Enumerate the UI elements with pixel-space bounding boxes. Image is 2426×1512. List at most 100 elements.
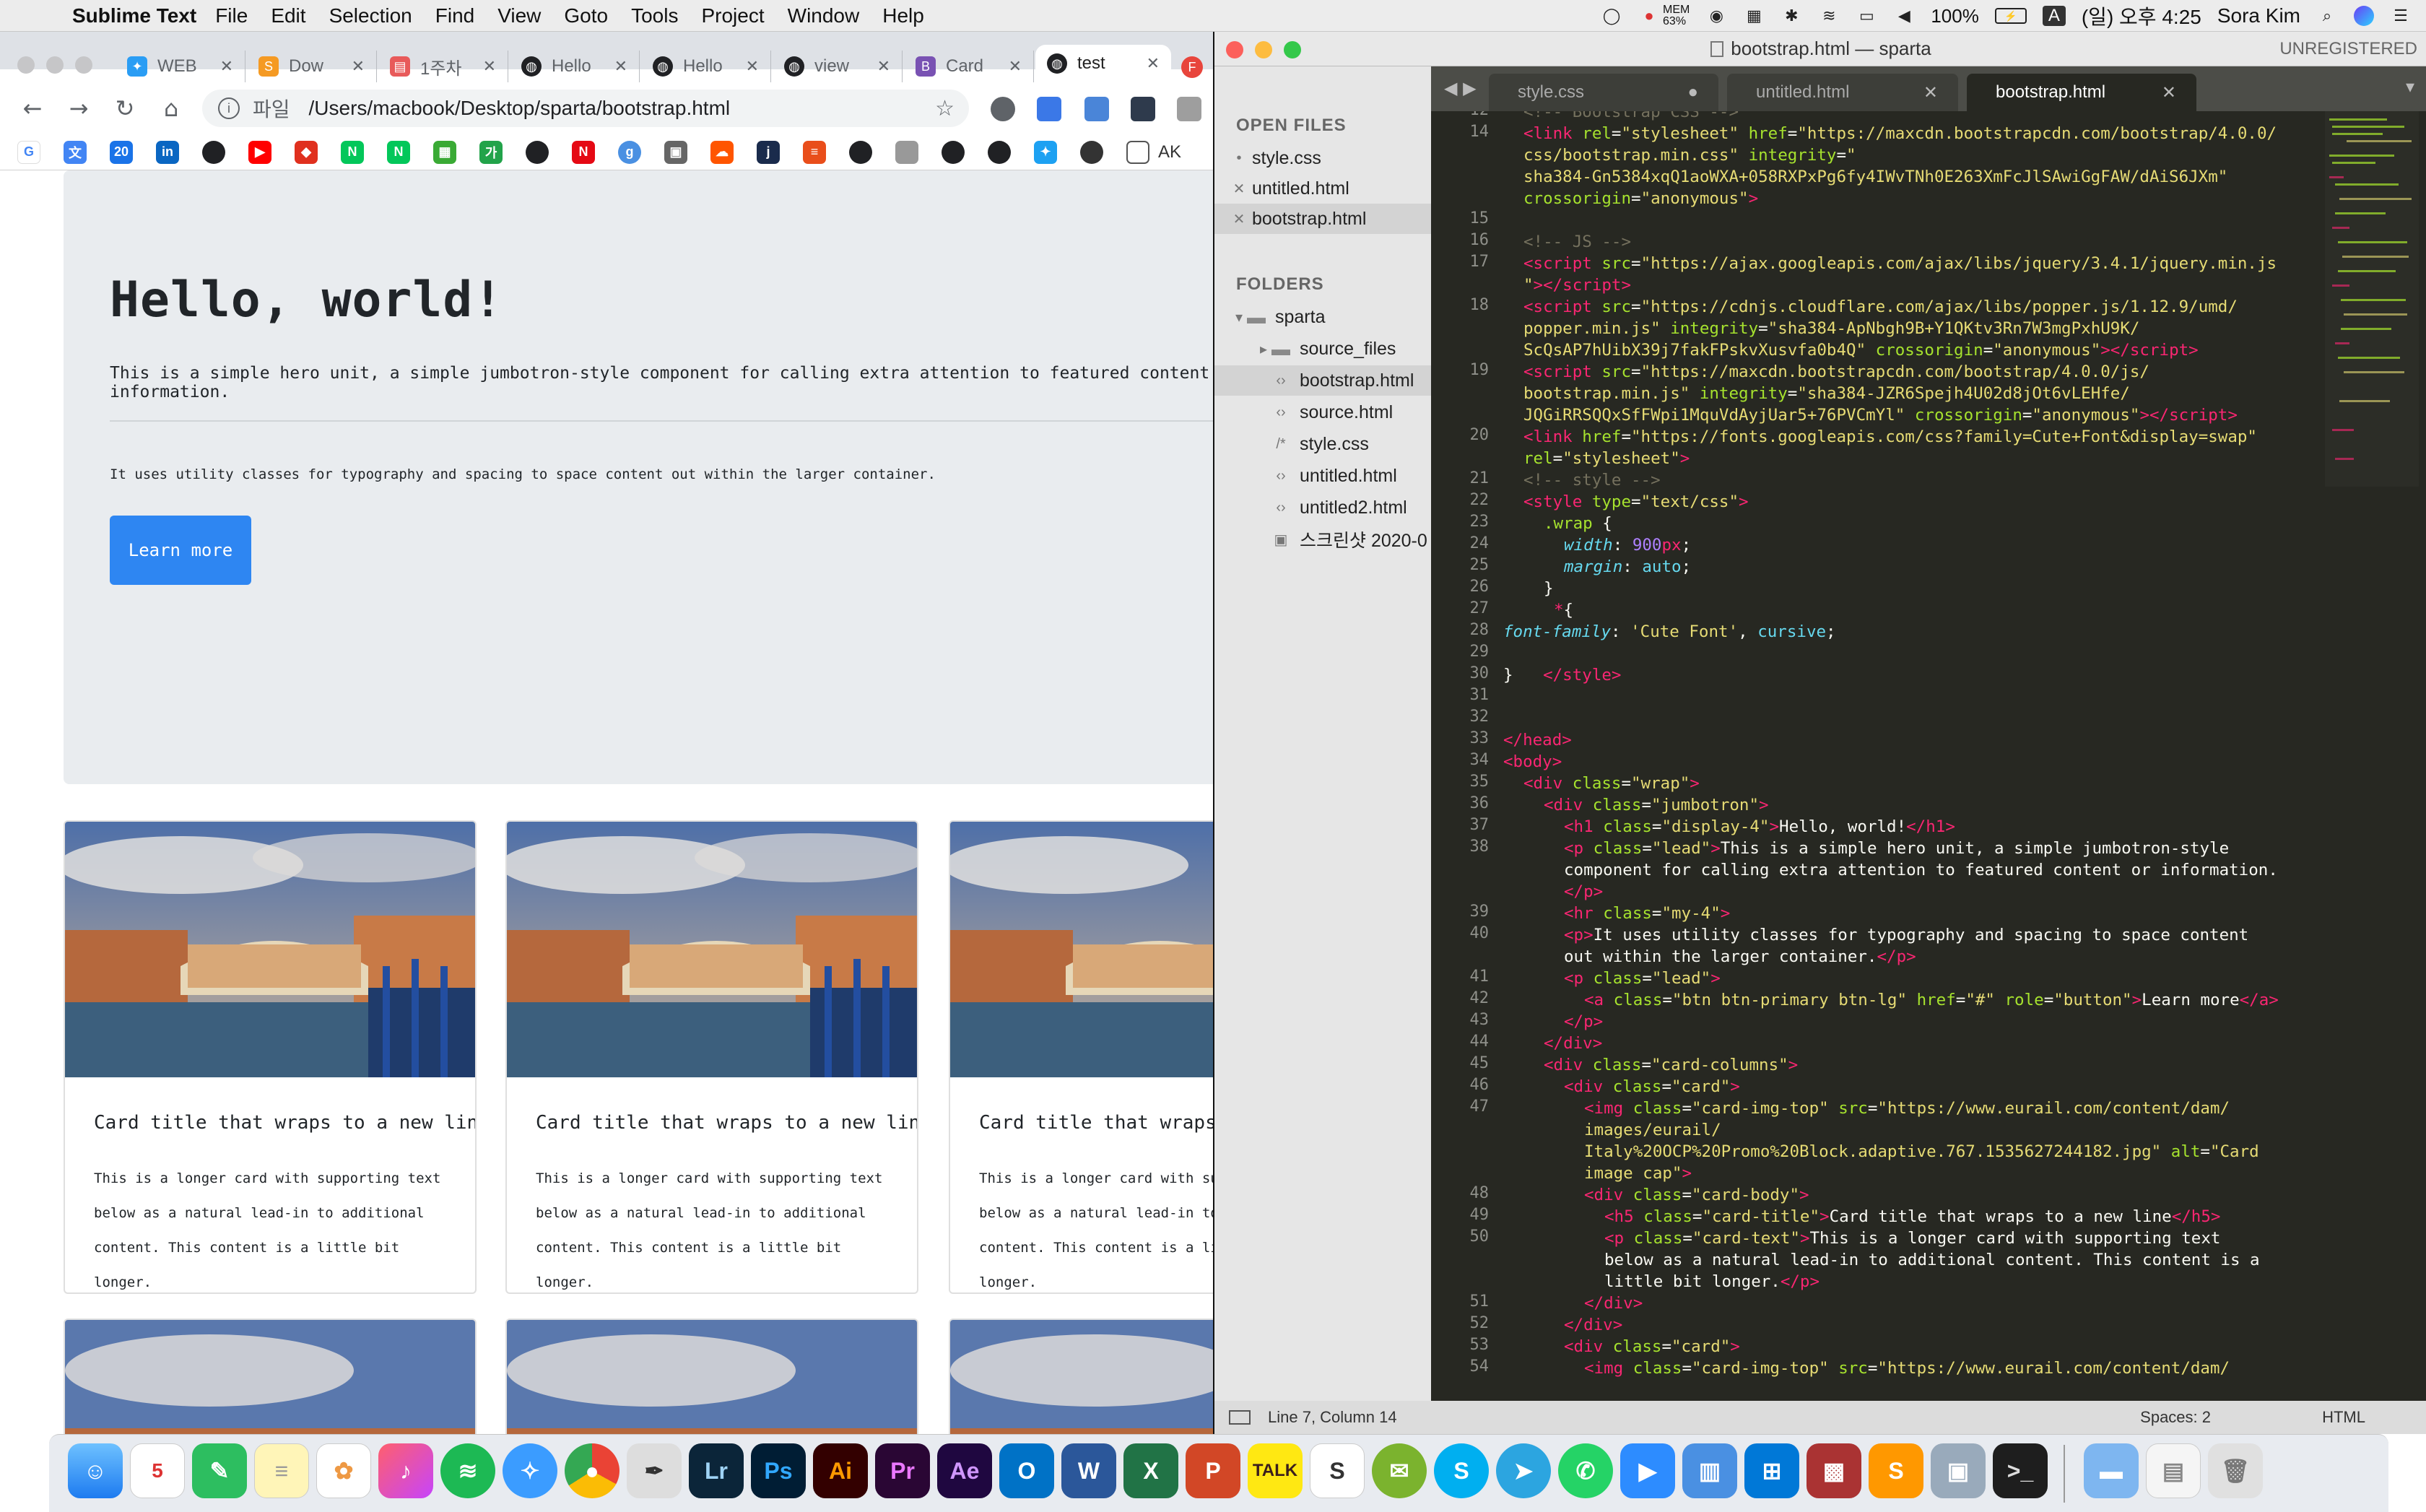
close-icon[interactable]: ✕ xyxy=(877,57,890,76)
menu-window[interactable]: Window xyxy=(788,4,860,27)
sublime-close-button[interactable] xyxy=(1226,41,1243,58)
youtube-icon[interactable]: ▶ xyxy=(248,140,271,164)
spotlight-icon[interactable]: ⌕ xyxy=(2316,5,2338,27)
menu-project[interactable]: Project xyxy=(701,4,764,27)
pen-tool-icon[interactable]: ✒ xyxy=(627,1443,682,1498)
gem-icon[interactable]: ◆ xyxy=(295,140,318,164)
naver-2-icon[interactable]: N xyxy=(387,140,410,164)
file-style-css[interactable]: /* style.css xyxy=(1214,429,1431,459)
illustrator-icon[interactable]: Ai xyxy=(813,1443,868,1498)
sublime-text-icon[interactable]: S xyxy=(1869,1443,1923,1498)
menu-edit[interactable]: Edit xyxy=(271,4,305,27)
notification-icon[interactable]: ◯ xyxy=(1601,5,1622,27)
windows-icon[interactable]: ⊞ xyxy=(1744,1443,1799,1498)
close-icon[interactable]: ✕ xyxy=(1147,54,1160,73)
code-content[interactable]: <!-- Bootstrap CSS --> <link rel="styles… xyxy=(1503,111,2297,1401)
learn-more-button[interactable]: Learn more xyxy=(110,516,251,585)
file-source-html[interactable]: ‹› source.html xyxy=(1214,397,1431,427)
menu-file[interactable]: File xyxy=(215,4,248,27)
document-icon[interactable]: ▤ xyxy=(2146,1443,2201,1498)
dot-icon[interactable]: ● xyxy=(1688,82,1699,103)
photoshop-icon[interactable]: Ps xyxy=(751,1443,806,1498)
chrome-icon[interactable]: ● xyxy=(565,1443,619,1498)
trash-icon[interactable]: 🗑 xyxy=(2208,1443,2263,1498)
wechat-icon[interactable]: ✉ xyxy=(1372,1443,1427,1498)
menu-goto[interactable]: Goto xyxy=(564,4,608,27)
sublime-tab-untitled[interactable]: untitled.html ✕ xyxy=(1727,74,1958,111)
extension-2d-icon[interactable] xyxy=(1037,97,1061,121)
folder-sparta[interactable]: ▾ ▬ sparta xyxy=(1214,302,1431,332)
globe-icon[interactable] xyxy=(849,140,872,164)
open-file-bootstrap[interactable]: ✕ bootstrap.html xyxy=(1214,204,1431,234)
chevron-down-icon[interactable]: ▾ xyxy=(1230,308,1248,326)
battery-icon[interactable]: ⚡ xyxy=(1994,8,2027,24)
sublime-zoom-button[interactable] xyxy=(1284,41,1301,58)
tab-hello-2[interactable]: ◍ Hello ✕ xyxy=(641,51,771,82)
after-effects-icon[interactable]: Ae xyxy=(937,1443,992,1498)
app-name-menu[interactable]: Sublime Text xyxy=(72,4,196,27)
bookmark-kr-icon[interactable]: 가 xyxy=(479,140,503,164)
tab-nav-arrows-icon[interactable]: ◀ ▶ xyxy=(1444,78,1477,98)
linkedin-icon[interactable]: in xyxy=(156,140,179,164)
skype-icon[interactable]: S xyxy=(1434,1443,1489,1498)
bluetooth-icon[interactable]: ✱ xyxy=(1781,5,1802,27)
volume-icon[interactable]: ◀ xyxy=(1893,5,1915,27)
user-name[interactable]: Sora Kim xyxy=(2217,4,2300,27)
minimap[interactable] xyxy=(2325,111,2419,487)
bookmark-green-icon[interactable]: ▦ xyxy=(433,140,456,164)
chrome-zoom-button[interactable] xyxy=(75,56,92,74)
reload-icon[interactable]: ↻ xyxy=(108,92,142,125)
music-icon[interactable]: ♪ xyxy=(378,1443,433,1498)
menu-view[interactable]: View xyxy=(497,4,541,27)
layout-icon[interactable]: ▦ xyxy=(1743,5,1765,27)
safari-icon[interactable]: ✧ xyxy=(503,1443,557,1498)
word-icon[interactable]: W xyxy=(1061,1443,1116,1498)
menu-find[interactable]: Find xyxy=(435,4,474,27)
file-bootstrap-html[interactable]: ‹› bootstrap.html xyxy=(1214,365,1431,396)
menu-selection[interactable]: Selection xyxy=(329,4,412,27)
calendar-icon[interactable]: 5 xyxy=(130,1443,185,1498)
tab-download[interactable]: S Dow ✕ xyxy=(247,51,377,82)
open-file-style-css[interactable]: • style.css xyxy=(1214,143,1431,173)
twitter-icon[interactable]: ✦ xyxy=(1034,140,1057,164)
figma-tab-icon[interactable]: F xyxy=(1181,56,1203,78)
zoom-icon[interactable]: ▶ xyxy=(1620,1443,1675,1498)
address-bar[interactable]: i 파일 /Users/macbook/Desktop/sparta/boots… xyxy=(202,90,969,127)
tab-view[interactable]: ◍ view ✕ xyxy=(773,51,903,82)
home-icon[interactable]: ⌂ xyxy=(155,92,188,125)
folder-source-files[interactable]: ▸ ▬ source_files xyxy=(1214,334,1431,364)
tab-web[interactable]: ✦ WEB ✕ xyxy=(116,51,245,82)
remote-desktop-icon[interactable]: ▥ xyxy=(1682,1443,1737,1498)
netflix-icon[interactable]: N xyxy=(572,140,595,164)
whatsapp-icon[interactable]: ✆ xyxy=(1558,1443,1613,1498)
notification-center-icon[interactable]: ☰ xyxy=(2390,5,2412,27)
spotify-icon[interactable]: ≋ xyxy=(440,1443,495,1498)
input-source[interactable]: A xyxy=(2042,6,2066,26)
close-icon[interactable]: ✕ xyxy=(352,57,365,76)
close-icon[interactable]: ✕ xyxy=(2162,82,2176,103)
bookmark-star-icon[interactable]: ☆ xyxy=(935,96,955,121)
clock[interactable]: (일) 오후 4:25 xyxy=(2082,1,2201,30)
soundcloud-icon[interactable]: ☁ xyxy=(710,140,734,164)
close-icon[interactable]: ✕ xyxy=(1230,210,1248,228)
syntax-setting[interactable]: HTML xyxy=(2322,1408,2365,1427)
menu-help[interactable]: Help xyxy=(882,4,924,27)
close-icon[interactable]: ✕ xyxy=(483,57,496,76)
file-screenshot[interactable]: ▣ 스크린샷 2020-0 xyxy=(1214,524,1431,555)
close-icon[interactable]: ✕ xyxy=(614,57,627,76)
extension-ex-icon[interactable] xyxy=(1177,97,1201,121)
calendar-icon[interactable]: 20 xyxy=(110,140,133,164)
info-icon[interactable]: i xyxy=(218,97,240,119)
indentation-setting[interactable]: Spaces: 2 xyxy=(2140,1408,2211,1427)
back-icon[interactable]: ← xyxy=(16,92,49,125)
url-text[interactable]: /Users/macbook/Desktop/sparta/bootstrap.… xyxy=(309,97,731,120)
globe-icon[interactable] xyxy=(988,140,1011,164)
premiere-icon[interactable]: Pr xyxy=(875,1443,930,1498)
kakaotalk-icon[interactable]: TALK xyxy=(1248,1443,1303,1498)
folder-icon[interactable]: ▬ xyxy=(2084,1443,2139,1498)
terminal-icon[interactable]: >_ xyxy=(1993,1443,2048,1498)
translate-bookmark-icon[interactable]: 文 xyxy=(64,140,87,164)
chrome-close-button[interactable] xyxy=(17,56,35,74)
memory-monitor[interactable]: ● MEM 63% xyxy=(1638,4,1690,27)
sublime-tab-bootstrap[interactable]: bootstrap.html ✕ xyxy=(1967,74,2196,111)
